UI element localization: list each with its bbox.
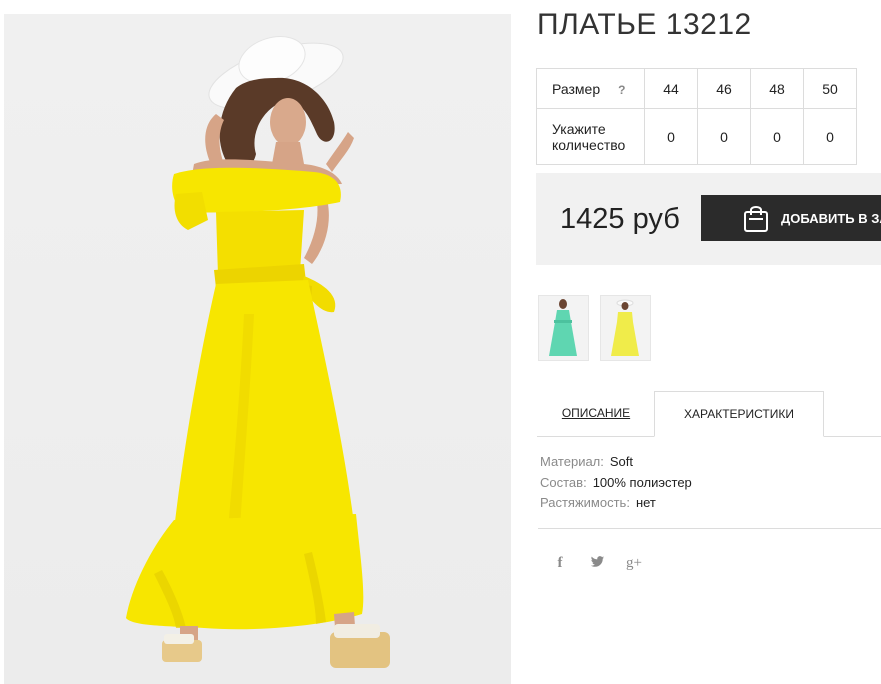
google-plus-icon: g+ <box>626 554 642 571</box>
google-plus-share-button[interactable]: g+ <box>623 552 645 574</box>
size-cell: 48 <box>750 68 804 109</box>
twitter-share-button[interactable] <box>586 552 608 574</box>
mint-dress-thumbnail-image <box>549 299 577 356</box>
divider <box>538 528 881 529</box>
spec-row-stretch: Растяжимость: нет <box>540 493 692 514</box>
spec-row-material: Материал: Soft <box>540 452 692 473</box>
product-main-image[interactable] <box>4 14 511 684</box>
facebook-share-button[interactable]: f <box>549 552 571 574</box>
size-cell: 44 <box>644 68 698 109</box>
quantity-label-cell: Укажите количество <box>536 108 645 165</box>
spec-key: Растяжимость: <box>540 495 630 510</box>
size-label-cell: Размер? <box>536 68 645 109</box>
spec-value: Soft <box>609 454 634 469</box>
size-table: Размер? 44 46 48 50 Укажите количество 0… <box>536 68 857 165</box>
quantity-input[interactable]: 0 <box>697 108 751 165</box>
quantity-label-line2: количество <box>552 136 626 153</box>
size-cell: 46 <box>697 68 751 109</box>
product-tabs: ОПИСАНИЕ ХАРАКТЕРИСТИКИ <box>537 391 881 437</box>
add-to-cart-label: ДОБАВИТЬ В ЗАКАЗ <box>781 210 881 226</box>
yellow-dress-thumbnail-image <box>611 299 639 356</box>
add-to-cart-button[interactable]: ДОБАВИТЬ В ЗАКАЗ <box>701 195 881 241</box>
quantity-label-line1: Укажите <box>552 120 606 137</box>
spec-key: Материал: <box>540 454 604 469</box>
size-label: Размер <box>552 80 601 97</box>
quantity-input[interactable]: 0 <box>803 108 857 165</box>
quantity-input[interactable]: 0 <box>750 108 804 165</box>
purchase-box-clip: ДОБАВИТЬ В ЗАКАЗ <box>536 173 881 265</box>
shopping-bag-icon <box>743 203 769 233</box>
tab-characteristics[interactable]: ХАРАКТЕРИСТИКИ <box>654 391 824 437</box>
spec-row-composition: Состав: 100% полиэстер <box>540 473 692 494</box>
tab-description[interactable]: ОПИСАНИЕ <box>537 391 655 435</box>
spec-key: Состав: <box>540 474 587 490</box>
model-in-yellow-dress-illustration <box>126 36 390 668</box>
thumbnail-mint-dress[interactable] <box>538 295 589 361</box>
product-title: ПЛАТЬЕ 13212 <box>537 8 752 41</box>
spec-value: нет <box>635 495 656 510</box>
size-cell: 50 <box>803 68 857 109</box>
thumbnail-yellow-dress[interactable] <box>600 295 651 361</box>
twitter-icon <box>590 555 605 572</box>
specs-list: Материал: Soft Состав: 100% полиэстер Раст… <box>540 452 692 514</box>
facebook-icon: f <box>557 554 563 571</box>
spec-value: 100% полиэстер <box>592 474 692 490</box>
size-help-icon[interactable]: ? <box>618 83 625 97</box>
quantity-input[interactable]: 0 <box>644 108 698 165</box>
